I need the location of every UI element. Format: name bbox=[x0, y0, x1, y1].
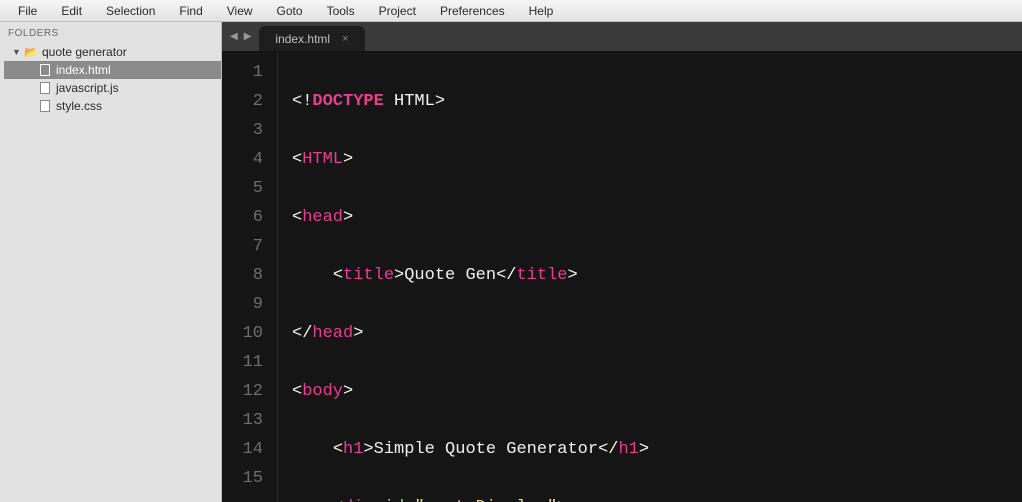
code-line: <h1>Simple Quote Generator</h1> bbox=[292, 435, 812, 464]
menu-tools[interactable]: Tools bbox=[315, 1, 367, 21]
menu-goto[interactable]: Goto bbox=[265, 1, 315, 21]
line-number: 13 bbox=[222, 406, 263, 435]
menu-edit[interactable]: Edit bbox=[49, 1, 94, 21]
tab-nav: ◀ ▶ bbox=[222, 22, 259, 51]
menu-preferences[interactable]: Preferences bbox=[428, 1, 517, 21]
nav-back-icon[interactable]: ◀ bbox=[230, 31, 238, 42]
line-number: 11 bbox=[222, 348, 263, 377]
menubar: File Edit Selection Find View Goto Tools… bbox=[0, 0, 1022, 22]
folder-label: quote generator bbox=[42, 45, 127, 59]
line-number: 6 bbox=[222, 203, 263, 232]
file-index-html[interactable]: index.html bbox=[4, 61, 221, 79]
chevron-down-icon: ▼ bbox=[12, 47, 20, 57]
code-line: <div id="quoteDisplay"> bbox=[292, 493, 812, 502]
file-javascript-js[interactable]: javascript.js bbox=[4, 79, 221, 97]
folder-root[interactable]: ▼ quote generator bbox=[4, 43, 221, 61]
menu-selection[interactable]: Selection bbox=[94, 1, 167, 21]
tabbar: ◀ ▶ index.html × bbox=[222, 22, 1022, 52]
file-label: javascript.js bbox=[56, 81, 119, 95]
file-style-css[interactable]: style.css bbox=[4, 97, 221, 115]
line-number: 9 bbox=[222, 290, 263, 319]
code-content[interactable]: <!DOCTYPE HTML> <HTML> <head> <title>Quo… bbox=[278, 52, 812, 502]
line-number: 15 bbox=[222, 464, 263, 493]
editor: ◀ ▶ index.html × 1 2 3 4 5 6 7 8 9 10 11 bbox=[222, 22, 1022, 502]
code-line: <head> bbox=[292, 203, 812, 232]
folder-icon bbox=[24, 46, 38, 58]
line-number: 8 bbox=[222, 261, 263, 290]
line-number-gutter: 1 2 3 4 5 6 7 8 9 10 11 12 13 14 15 bbox=[222, 52, 278, 502]
nav-forward-icon[interactable]: ▶ bbox=[244, 31, 252, 42]
folders-header: FOLDERS bbox=[0, 26, 221, 43]
line-number: 12 bbox=[222, 377, 263, 406]
code-line: <HTML> bbox=[292, 145, 812, 174]
line-number: 2 bbox=[222, 87, 263, 116]
line-number: 5 bbox=[222, 174, 263, 203]
line-number: 10 bbox=[222, 319, 263, 348]
line-number: 3 bbox=[222, 116, 263, 145]
code-line: <title>Quote Gen</title> bbox=[292, 261, 812, 290]
menu-file[interactable]: File bbox=[6, 1, 49, 21]
file-icon bbox=[38, 82, 52, 94]
code-line: <body> bbox=[292, 377, 812, 406]
menu-view[interactable]: View bbox=[215, 1, 265, 21]
line-number: 14 bbox=[222, 435, 263, 464]
tab-label: index.html bbox=[275, 32, 330, 46]
file-tree: ▼ quote generator index.html javascript.… bbox=[0, 43, 221, 115]
menu-project[interactable]: Project bbox=[367, 1, 428, 21]
close-icon[interactable]: × bbox=[342, 33, 348, 45]
menu-find[interactable]: Find bbox=[167, 1, 214, 21]
code-line: <!DOCTYPE HTML> bbox=[292, 87, 812, 116]
line-number: 1 bbox=[222, 58, 263, 87]
sidebar: FOLDERS ▼ quote generator index.html jav… bbox=[0, 22, 222, 502]
line-number: 7 bbox=[222, 232, 263, 261]
tab-index-html[interactable]: index.html × bbox=[259, 26, 364, 51]
code-line: </head> bbox=[292, 319, 812, 348]
main-area: FOLDERS ▼ quote generator index.html jav… bbox=[0, 22, 1022, 502]
code-area[interactable]: 1 2 3 4 5 6 7 8 9 10 11 12 13 14 15 <!DO… bbox=[222, 52, 1022, 502]
menu-help[interactable]: Help bbox=[517, 1, 566, 21]
file-icon bbox=[38, 100, 52, 112]
file-label: style.css bbox=[56, 99, 102, 113]
file-icon bbox=[38, 64, 52, 76]
file-label: index.html bbox=[56, 63, 111, 77]
line-number: 4 bbox=[222, 145, 263, 174]
